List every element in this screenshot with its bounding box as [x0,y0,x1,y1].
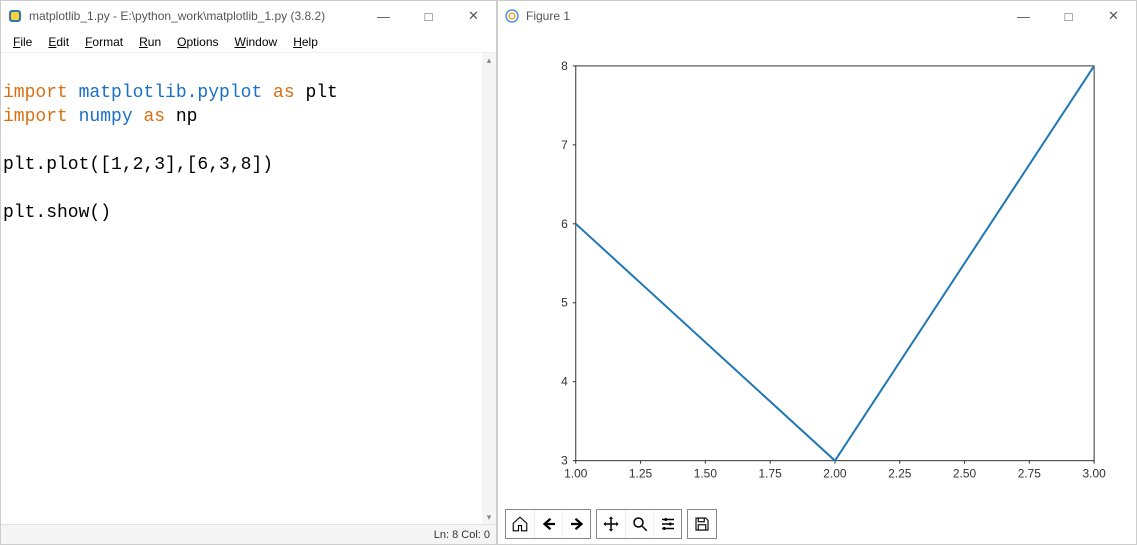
code-text[interactable]: import matplotlib.pyplot as plt import n… [3,81,482,524]
move-icon [602,515,620,533]
svg-text:8: 8 [561,59,568,73]
figure-window-controls: — □ ✕ [1001,1,1136,31]
scroll-down-icon[interactable]: ▾ [482,510,496,524]
arrow-left-icon [540,515,558,533]
figure-body: 3 4 5 6 7 8 1.00 1.25 1.50 1.75 2.00 2.2… [498,31,1136,544]
forward-button[interactable] [562,510,590,538]
idle-window-title: matplotlib_1.py - E:\python_work\matplot… [29,9,325,23]
scroll-up-icon[interactable]: ▴ [482,53,496,67]
menu-help[interactable]: Help [285,33,326,51]
zoom-button[interactable] [625,510,653,538]
home-button[interactable] [506,510,534,538]
menu-file[interactable]: File [5,33,40,51]
plot-canvas[interactable]: 3 4 5 6 7 8 1.00 1.25 1.50 1.75 2.00 2.2… [498,36,1136,513]
maximize-button[interactable]: □ [406,1,451,31]
idle-statusbar: Ln: 8 Col: 0 [1,524,496,544]
configure-button[interactable] [653,510,681,538]
save-icon [693,515,711,533]
svg-text:4: 4 [561,375,568,389]
menu-format[interactable]: Format [77,33,131,51]
x-axis-ticks: 1.00 1.25 1.50 1.75 2.00 2.25 2.50 2.75 … [564,461,1106,481]
close-button[interactable]: ✕ [1091,1,1136,31]
svg-text:1.75: 1.75 [759,467,783,481]
menu-run[interactable]: Run [131,33,169,51]
svg-text:2.50: 2.50 [953,467,977,481]
axes-frame [576,66,1094,461]
menu-window[interactable]: Window [227,33,286,51]
editor-area[interactable]: import matplotlib.pyplot as plt import n… [1,53,496,524]
back-button[interactable] [534,510,562,538]
minimize-button[interactable]: — [1001,1,1046,31]
svg-text:5: 5 [561,296,568,310]
svg-text:3.00: 3.00 [1082,467,1106,481]
sliders-icon [659,515,677,533]
y-axis-ticks: 3 4 5 6 7 8 [561,59,576,468]
svg-text:1.50: 1.50 [694,467,718,481]
svg-text:2.00: 2.00 [823,467,847,481]
pan-button[interactable] [597,510,625,538]
matplotlib-figure-window: Figure 1 — □ ✕ 3 4 5 6 7 8 1.00 1.25 1.5 [497,0,1137,545]
menu-edit[interactable]: Edit [40,33,77,51]
idle-window-controls: — □ ✕ [361,1,496,31]
idle-editor-window: matplotlib_1.py - E:\python_work\matplot… [0,0,497,545]
zoom-icon [631,515,649,533]
matplotlib-icon [504,8,520,24]
idle-titlebar[interactable]: matplotlib_1.py - E:\python_work\matplot… [1,1,496,31]
svg-text:1.00: 1.00 [564,467,588,481]
idle-menubar: File Edit Format Run Options Window Help [1,31,496,53]
svg-text:7: 7 [561,138,568,152]
close-button[interactable]: ✕ [451,1,496,31]
svg-text:2.25: 2.25 [888,467,912,481]
figure-window-title: Figure 1 [526,9,570,23]
cursor-position: Ln: 8 Col: 0 [434,529,490,541]
svg-text:3: 3 [561,454,568,468]
svg-text:6: 6 [561,217,568,231]
svg-text:2.75: 2.75 [1018,467,1042,481]
python-icon [7,8,23,24]
menu-options[interactable]: Options [169,33,226,51]
figure-titlebar[interactable]: Figure 1 — □ ✕ [498,1,1136,31]
save-button[interactable] [688,510,716,538]
minimize-button[interactable]: — [361,1,406,31]
maximize-button[interactable]: □ [1046,1,1091,31]
arrow-right-icon [568,515,586,533]
figure-toolbar [505,509,717,539]
editor-scrollbar[interactable]: ▴ ▾ [482,53,496,524]
svg-text:1.25: 1.25 [629,467,653,481]
home-icon [511,515,529,533]
